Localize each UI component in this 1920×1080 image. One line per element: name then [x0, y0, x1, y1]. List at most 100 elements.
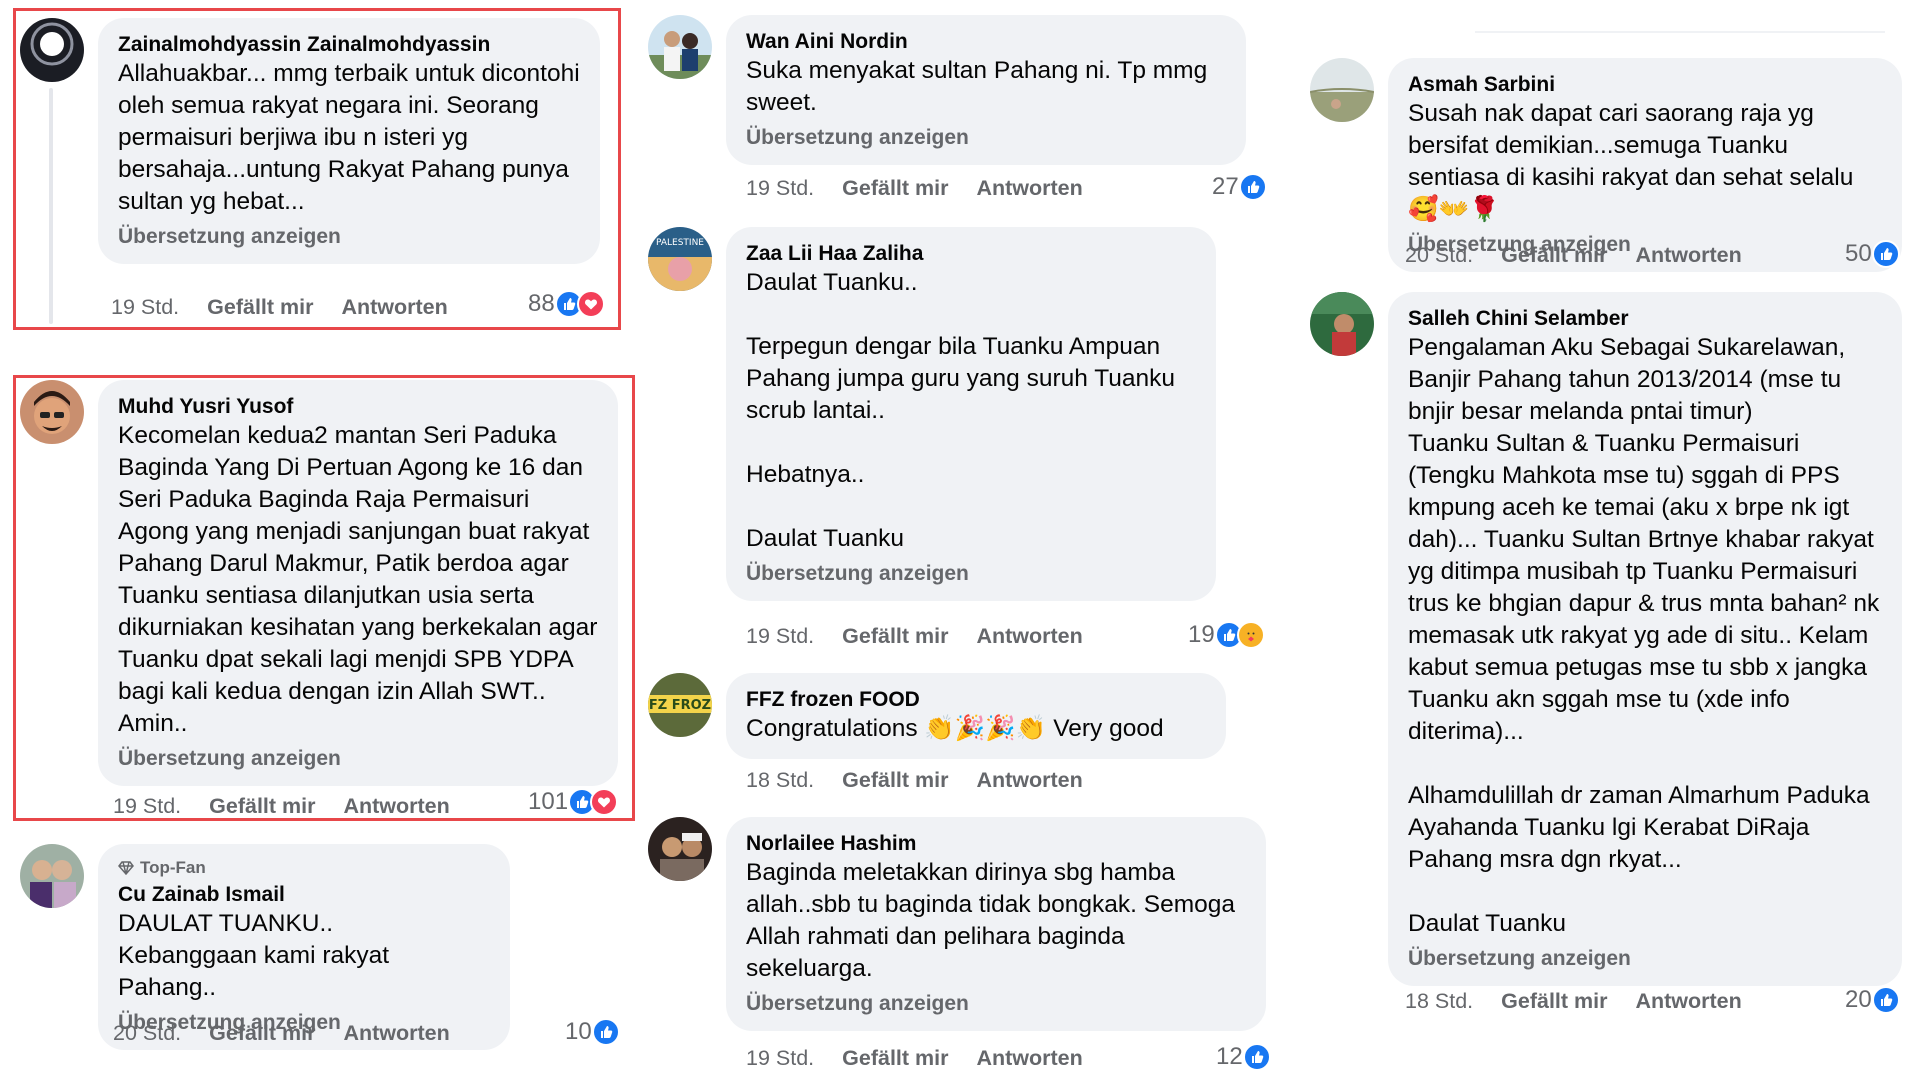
avatar[interactable]: PALESTINE	[648, 227, 712, 291]
reaction-count: 10	[565, 1018, 592, 1045]
comment-actions: 19 Std. Gefällt mir Antworten	[113, 791, 478, 821]
comment-actions: 20 Std. Gefällt mir Antworten	[113, 1018, 478, 1048]
comment-time[interactable]: 19 Std.	[746, 176, 814, 201]
comment-actions: 19 Std. Gefällt mir Antworten	[746, 173, 1111, 203]
reaction-count: 12	[1216, 1043, 1243, 1070]
comment-text: Kecomelan kedua2 mantan Seri Paduka Bagi…	[118, 422, 598, 737]
like-icon	[1238, 173, 1267, 201]
comment-actions: 19 Std. Gefällt mir Antworten	[111, 292, 476, 322]
reaction-count: 88	[528, 290, 555, 317]
like-button[interactable]: Gefällt mir	[207, 295, 313, 320]
comment-author[interactable]: Salleh Chini Selamber	[1408, 306, 1882, 332]
reaction-count: 50	[1845, 240, 1872, 267]
avatar[interactable]	[20, 844, 84, 908]
like-icon	[1871, 986, 1900, 1014]
reaction-summary[interactable]: 101	[528, 786, 619, 818]
love-icon	[576, 290, 605, 318]
like-button[interactable]: Gefällt mir	[842, 1046, 948, 1071]
like-button[interactable]: Gefällt mir	[1501, 989, 1607, 1014]
like-button[interactable]: Gefällt mir	[842, 768, 948, 793]
comment-time[interactable]: 19 Std.	[113, 794, 181, 819]
comment-time[interactable]: 18 Std.	[746, 768, 814, 793]
comment-text: Congratulations 👏🎉🎉👏 Very good	[746, 715, 1164, 742]
reaction-summary[interactable]: 27	[1212, 171, 1267, 203]
reply-button[interactable]: Antworten	[976, 768, 1082, 793]
avatar[interactable]	[1310, 58, 1374, 122]
avatar[interactable]	[648, 15, 712, 79]
comment-text: Suka menyakat sultan Pahang ni. Tp mmg s…	[746, 57, 1208, 116]
thread-line	[49, 88, 53, 324]
reaction-summary[interactable]: 20	[1845, 984, 1900, 1016]
comment-bubble: Norlailee Hashim Baginda meletakkan diri…	[726, 817, 1266, 1031]
comment-time[interactable]: 19 Std.	[111, 295, 179, 320]
reaction-count: 19	[1188, 621, 1215, 648]
reaction-count: 101	[528, 788, 569, 815]
reply-button[interactable]: Antworten	[1635, 989, 1741, 1014]
reaction-summary[interactable]: 19	[1188, 619, 1265, 651]
comment-bubble: Zaa Lii Haa Zaliha Daulat Tuanku.. Terpe…	[726, 227, 1216, 601]
reaction-summary[interactable]: 12	[1216, 1041, 1271, 1073]
like-button[interactable]: Gefällt mir	[209, 794, 315, 819]
like-icon	[591, 1018, 620, 1046]
avatar[interactable]	[1310, 292, 1374, 356]
comment-author[interactable]: Asmah Sarbini	[1408, 72, 1882, 98]
like-icon	[1871, 240, 1900, 268]
comment-author[interactable]: Muhd Yusri Yusof	[118, 394, 598, 420]
comment-time[interactable]: 19 Std.	[746, 624, 814, 649]
comment-actions: 19 Std. Gefällt mir Antworten	[746, 1043, 1111, 1073]
care-icon	[1236, 621, 1265, 649]
comment-actions: 18 Std. Gefällt mir Antworten	[1405, 986, 1770, 1016]
comment-time[interactable]: 18 Std.	[1405, 989, 1473, 1014]
comment-author[interactable]: Wan Aini Nordin	[746, 29, 1226, 55]
reaction-count: 20	[1845, 986, 1872, 1013]
avatar[interactable]: FZ FROZ	[648, 673, 712, 737]
comment-author[interactable]: Zaa Lii Haa Zaliha	[746, 241, 1196, 267]
reaction-summary[interactable]: 50	[1845, 238, 1900, 270]
reaction-count: 27	[1212, 173, 1239, 200]
translate-link[interactable]: Übersetzung anzeigen	[118, 224, 580, 250]
avatar[interactable]	[648, 817, 712, 881]
avatar[interactable]	[20, 380, 84, 444]
comment-time[interactable]: 20 Std.	[1405, 243, 1473, 268]
comment-bubble: Zainalmohdyassin Zainalmohdyassin Allahu…	[98, 18, 600, 264]
comment-bubble: Wan Aini Nordin Suka menyakat sultan Pah…	[726, 15, 1246, 165]
reply-button[interactable]: Antworten	[341, 295, 447, 320]
translate-link[interactable]: Übersetzung anzeigen	[1408, 946, 1882, 972]
top-fan-badge: Top-Fan	[118, 858, 490, 878]
comment-text: DAULAT TUANKU.. Kebanggaan kami rakyat P…	[118, 910, 390, 1001]
avatar[interactable]	[20, 18, 84, 82]
reply-button[interactable]: Antworten	[976, 176, 1082, 201]
translate-link[interactable]: Übersetzung anzeigen	[118, 746, 598, 772]
comment-author[interactable]: Zainalmohdyassin Zainalmohdyassin	[118, 32, 580, 58]
translate-link[interactable]: Übersetzung anzeigen	[746, 561, 1196, 587]
diamond-icon	[118, 861, 134, 875]
comment-actions: 20 Std. Gefällt mir Antworten	[1405, 240, 1770, 270]
translate-link[interactable]: Übersetzung anzeigen	[746, 991, 1246, 1017]
love-icon	[590, 788, 619, 816]
comment-time[interactable]: 19 Std.	[746, 1046, 814, 1071]
top-divider	[1475, 31, 1885, 33]
like-button[interactable]: Gefällt mir	[842, 624, 948, 649]
like-button[interactable]: Gefällt mir	[842, 176, 948, 201]
reply-button[interactable]: Antworten	[976, 1046, 1082, 1071]
comment-text: Baginda meletakkan dirinya sbg hamba all…	[746, 859, 1235, 982]
svg-text:FZ FROZ: FZ FROZ	[649, 698, 711, 713]
comment-author[interactable]: Cu Zainab Ismail	[118, 882, 490, 908]
reply-button[interactable]: Antworten	[343, 794, 449, 819]
comment-time[interactable]: 20 Std.	[113, 1021, 181, 1046]
svg-text:PALESTINE: PALESTINE	[656, 238, 704, 248]
comment-text: Susah nak dapat cari saorang raja yg ber…	[1408, 100, 1854, 223]
reply-button[interactable]: Antworten	[343, 1021, 449, 1046]
comment-text: Pengalaman Aku Sebagai Sukarelawan, Banj…	[1408, 334, 1880, 937]
comment-author[interactable]: FFZ frozen FOOD	[746, 687, 1206, 713]
comment-author[interactable]: Norlailee Hashim	[746, 831, 1246, 857]
reaction-summary[interactable]: 10	[565, 1016, 620, 1048]
comment-actions: 19 Std. Gefällt mir Antworten	[746, 621, 1111, 651]
like-button[interactable]: Gefällt mir	[209, 1021, 315, 1046]
reply-button[interactable]: Antworten	[976, 624, 1082, 649]
reply-button[interactable]: Antworten	[1635, 243, 1741, 268]
translate-link[interactable]: Übersetzung anzeigen	[746, 125, 1226, 151]
comment-text: Allahuakbar... mmg terbaik untuk diconto…	[118, 60, 580, 215]
like-button[interactable]: Gefällt mir	[1501, 243, 1607, 268]
reaction-summary[interactable]: 88	[528, 288, 605, 320]
